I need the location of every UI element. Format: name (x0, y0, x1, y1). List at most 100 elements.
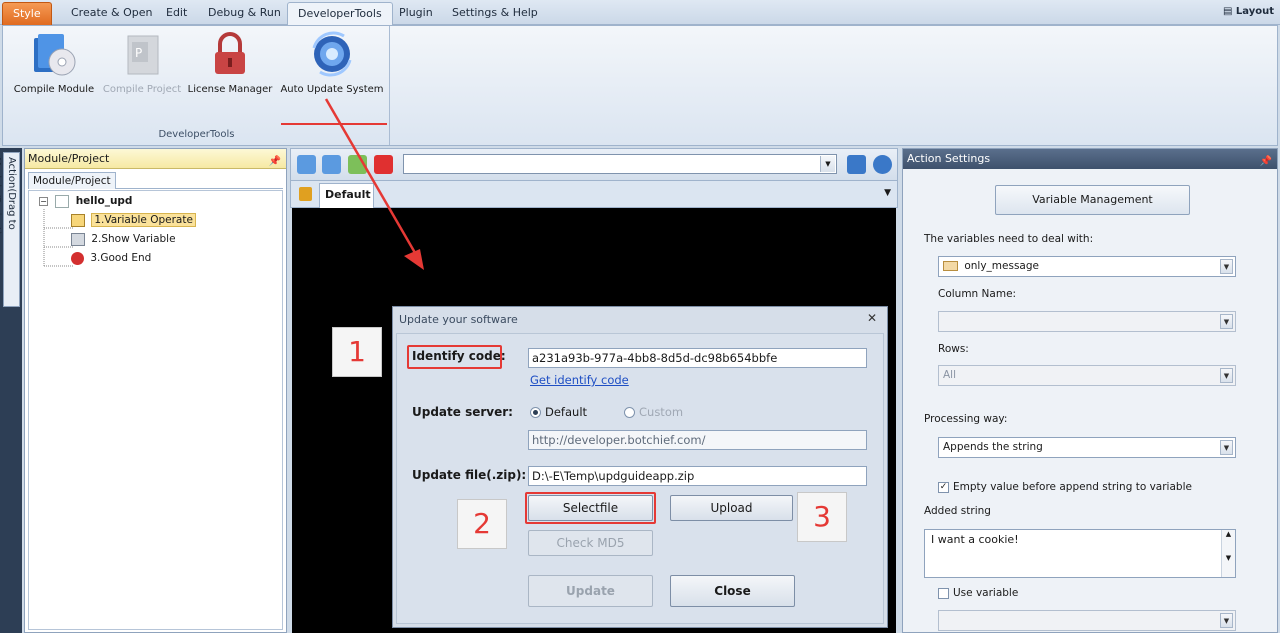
tree-item-variable-operate[interactable]: 1.Variable Operate (71, 212, 196, 229)
go-icon[interactable] (847, 155, 866, 174)
checkbox-checked-icon[interactable]: ✓ (938, 481, 949, 493)
tree-item-label: 3.Good End (90, 252, 152, 264)
tree-item-label: 1.Variable Operate (91, 213, 196, 227)
tab-plugin[interactable]: Plugin (389, 2, 443, 25)
monitor-icon (71, 232, 85, 246)
tab-module-project[interactable]: Module/Project (28, 172, 116, 189)
compile-module-label: Compile Module (13, 84, 95, 95)
back-icon[interactable] (297, 155, 316, 174)
ribbon-tab-bar: Style Create & Open Edit Debug & Run Dev… (0, 0, 1280, 26)
compile-project-label: Compile Project (102, 84, 182, 95)
browser-toolbar: ▼ (290, 148, 898, 181)
tab-create-open[interactable]: Create & Open (61, 2, 163, 25)
tab-developer-tools[interactable]: DeveloperTools (287, 2, 393, 26)
tab-settings-help[interactable]: Settings & Help (442, 2, 548, 25)
chevron-down-icon[interactable]: ▼ (1220, 314, 1233, 329)
identify-code-input[interactable]: a231a93b-977a-4bb8-8d5d-dc98b654bbfe (528, 348, 867, 368)
compile-project-button[interactable]: P Compile Project (101, 30, 183, 95)
scrollbar[interactable]: ▲ ▼ (1221, 530, 1235, 577)
collapse-icon[interactable]: − (39, 196, 48, 206)
tab-edit[interactable]: Edit (156, 2, 197, 25)
tab-style[interactable]: Style (2, 2, 52, 25)
pin-icon[interactable]: 📌 (1260, 152, 1272, 171)
radio-icon[interactable] (624, 407, 635, 418)
globe-icon[interactable] (873, 155, 892, 174)
column-name-combo[interactable]: ▼ (938, 311, 1236, 332)
string-type-icon (943, 261, 958, 271)
update-file-label: Update file(.zip): (412, 468, 527, 482)
refresh-icon[interactable] (348, 155, 367, 174)
column-name-label: Column Name: (938, 288, 1017, 300)
action-drag-tab[interactable]: Action(Drag to Module/Project) (0, 152, 20, 307)
tree-item-show-variable[interactable]: 2.Show Variable (71, 231, 176, 248)
checkbox-icon[interactable] (938, 587, 949, 599)
upload-button[interactable]: Upload (670, 495, 793, 521)
update-server-input[interactable]: http://developer.botchief.com/ (528, 430, 867, 450)
module-panel-title-text: Module/Project (28, 152, 110, 165)
document-tab-strip: Default ▼ (290, 181, 898, 208)
step-3-badge: 3 (797, 492, 847, 542)
update-file-input[interactable]: D:\-E\Temp\updguideapp.zip (528, 466, 867, 486)
module-project-panel: Module/Project 📌 Module/Project − hello_… (24, 148, 287, 633)
radio-custom[interactable]: Custom (624, 405, 683, 419)
step-2-badge: 2 (457, 499, 507, 549)
check-md5-button[interactable]: Check MD5 (528, 530, 653, 556)
action-settings-title-text: Action Settings (907, 152, 991, 165)
compile-module-button[interactable]: Compile Module (9, 30, 99, 95)
chevron-down-icon[interactable]: ▼ (1220, 440, 1233, 455)
processing-value: Appends the string (943, 441, 1043, 453)
home-icon[interactable] (299, 187, 312, 201)
chevron-down-icon[interactable]: ▼ (1220, 259, 1233, 274)
close-icon[interactable]: ✕ (867, 311, 877, 325)
tree-item-label: 2.Show Variable (91, 233, 176, 245)
use-variable-label: Use variable (953, 587, 1019, 599)
get-identify-code-link[interactable]: Get identify code (530, 373, 629, 387)
empty-value-label: Empty value before append string to vari… (953, 481, 1192, 493)
auto-update-system-label: Auto Update System (280, 84, 384, 95)
forward-icon[interactable] (322, 155, 341, 174)
compile-project-icon: P (118, 30, 166, 78)
added-string-label: Added string (924, 505, 991, 517)
tab-debug-run[interactable]: Debug & Run (198, 2, 291, 25)
left-dock-bar: Action(Drag to Module/Project) (0, 148, 22, 633)
auto-update-system-button[interactable]: Auto Update System (277, 30, 387, 95)
stop-load-icon[interactable] (374, 155, 393, 174)
tree-root[interactable]: − hello_upd (39, 193, 132, 210)
module-tree: − hello_upd 1.Variable Operate 2.Show Va… (28, 190, 283, 630)
use-variable-checkbox[interactable]: Use variable (938, 587, 1018, 599)
added-string-textarea[interactable]: I want a cookie! ▲ ▼ (924, 529, 1236, 578)
radio-default[interactable]: Default (530, 405, 587, 419)
license-manager-button[interactable]: License Manager (187, 30, 273, 95)
step-1-badge: 1 (332, 327, 382, 377)
close-button[interactable]: Close (670, 575, 795, 607)
layout-button[interactable]: ▤ Layout (1223, 6, 1274, 17)
auto-update-icon (308, 30, 356, 78)
radio-default-label: Default (545, 405, 588, 419)
variable-combo[interactable]: only_message ▼ (938, 256, 1236, 277)
chevron-down-icon[interactable]: ▼ (1220, 613, 1233, 628)
use-variable-combo[interactable]: ▼ (938, 610, 1236, 631)
file-icon (55, 194, 70, 208)
variable-management-button[interactable]: Variable Management (995, 185, 1190, 215)
radio-selected-icon[interactable] (530, 407, 541, 418)
processing-way-label: Processing way: (924, 413, 1008, 425)
pin-icon[interactable]: 📌 (269, 152, 281, 171)
update-dialog: Update your software ✕ Identify code: a2… (392, 306, 888, 628)
action-settings-panel: Action Settings 📌 Variable Management Th… (902, 148, 1278, 633)
variables-label: The variables need to deal with: (924, 233, 1094, 245)
dialog-title: Update your software (399, 313, 518, 326)
layout-icon: ▤ (1222, 6, 1233, 17)
tab-default[interactable]: Default (319, 183, 374, 208)
tree-item-good-end[interactable]: 3.Good End (71, 250, 151, 267)
address-combo[interactable]: ▼ (403, 154, 837, 174)
chevron-down-icon[interactable]: ▼ (820, 156, 835, 172)
empty-value-checkbox[interactable]: ✓ Empty value before append string to var… (938, 481, 1192, 493)
processing-way-combo[interactable]: Appends the string ▼ (938, 437, 1236, 458)
chevron-down-icon[interactable]: ▼ (884, 188, 891, 198)
rows-combo[interactable]: All ▼ (938, 365, 1236, 386)
chevron-down-icon[interactable]: ▼ (1220, 368, 1233, 383)
select-file-highlight (525, 492, 656, 524)
dialog-body: Identify code: a231a93b-977a-4bb8-8d5d-d… (396, 333, 884, 624)
tree-root-label: hello_upd (75, 195, 133, 207)
update-button[interactable]: Update (528, 575, 653, 607)
